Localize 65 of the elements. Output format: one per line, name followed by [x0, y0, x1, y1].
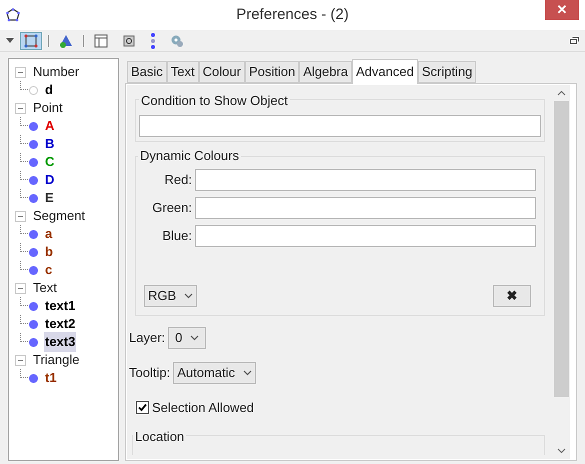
- collapse-icon[interactable]: [15, 282, 26, 294]
- colour-mode-dropdown[interactable]: RGB: [144, 284, 198, 306]
- tab[interactable]: Advanced: [352, 59, 418, 84]
- tree-group-label[interactable]: Number: [33, 62, 80, 82]
- checkbox[interactable]: [136, 400, 149, 414]
- clear-button[interactable]: ✖: [493, 284, 531, 306]
- restore-icon[interactable]: [570, 37, 579, 44]
- scrollbar[interactable]: [553, 85, 570, 459]
- field-label: Layer:: [129, 328, 166, 347]
- menu-triangle-icon[interactable]: [6, 38, 14, 43]
- tab[interactable]: Scripting: [418, 61, 476, 83]
- collapse-icon[interactable]: [15, 102, 26, 114]
- square-points-icon: [24, 34, 38, 48]
- toolbar-button[interactable]: [20, 32, 42, 50]
- group-title: Condition to Show Object: [139, 93, 290, 108]
- layout-icon: [94, 34, 108, 48]
- tree-item[interactable]: c: [44, 260, 54, 280]
- window-title: Preferences - (2): [236, 4, 349, 25]
- tree-group-label[interactable]: Point: [33, 98, 63, 118]
- tab[interactable]: Basic: [127, 61, 167, 83]
- tab[interactable]: Colour: [198, 61, 245, 83]
- graphics-icon: [122, 34, 136, 48]
- chevron-down-icon: [243, 370, 252, 376]
- tab[interactable]: Position: [244, 61, 300, 83]
- scroll-down-icon[interactable]: [557, 448, 566, 454]
- collapse-icon[interactable]: [15, 66, 26, 78]
- tree-group-label[interactable]: Segment: [33, 206, 86, 226]
- group-title: Dynamic Colours: [138, 148, 241, 164]
- tree-item[interactable]: text1: [44, 296, 76, 316]
- tree-item[interactable]: t1: [44, 368, 58, 388]
- field-label: Tooltip:: [129, 364, 170, 382]
- tree-group-label[interactable]: Text: [33, 278, 57, 298]
- triangle-icon: [59, 34, 73, 48]
- tooltip-dropdown[interactable]: Automatic: [173, 362, 256, 384]
- layer-dropdown[interactable]: 0: [168, 326, 206, 348]
- checkbox-label: Selection Allowed: [152, 398, 254, 416]
- condition-input-field[interactable]: [139, 114, 541, 136]
- tree-item[interactable]: d: [44, 80, 54, 100]
- tree-item[interactable]: E: [44, 188, 55, 208]
- field-label: Red:: [164, 170, 192, 189]
- colour-input-field[interactable]: [195, 168, 536, 190]
- tree-item[interactable]: b: [44, 242, 54, 262]
- tab[interactable]: Algebra: [299, 61, 352, 83]
- tab[interactable]: Text: [166, 61, 199, 83]
- dots-icon: [150, 32, 156, 48]
- close-button[interactable]: ✕: [545, 0, 579, 20]
- field-label: Blue:: [161, 226, 192, 245]
- tree-group-label[interactable]: Triangle: [33, 350, 80, 370]
- app-logo-icon: [6, 8, 20, 22]
- chevron-down-icon: [190, 334, 200, 340]
- tree-item[interactable]: B: [44, 134, 56, 154]
- tree-item[interactable]: text2: [44, 314, 76, 334]
- colour-input-field[interactable]: [195, 196, 536, 218]
- colour-input-field[interactable]: [195, 224, 536, 246]
- tree-item[interactable]: C: [44, 152, 56, 172]
- group-title: Location: [133, 429, 186, 444]
- field-label: Green:: [151, 198, 192, 217]
- tree-item[interactable]: a: [44, 224, 54, 244]
- collapse-icon[interactable]: [15, 354, 26, 366]
- tree-item[interactable]: text3: [44, 332, 76, 352]
- tree-item[interactable]: D: [44, 170, 56, 190]
- chevron-down-icon: [184, 292, 194, 298]
- collapse-icon[interactable]: [15, 210, 26, 222]
- scroll-up-icon[interactable]: [557, 90, 566, 96]
- tree-item[interactable]: A: [44, 116, 56, 136]
